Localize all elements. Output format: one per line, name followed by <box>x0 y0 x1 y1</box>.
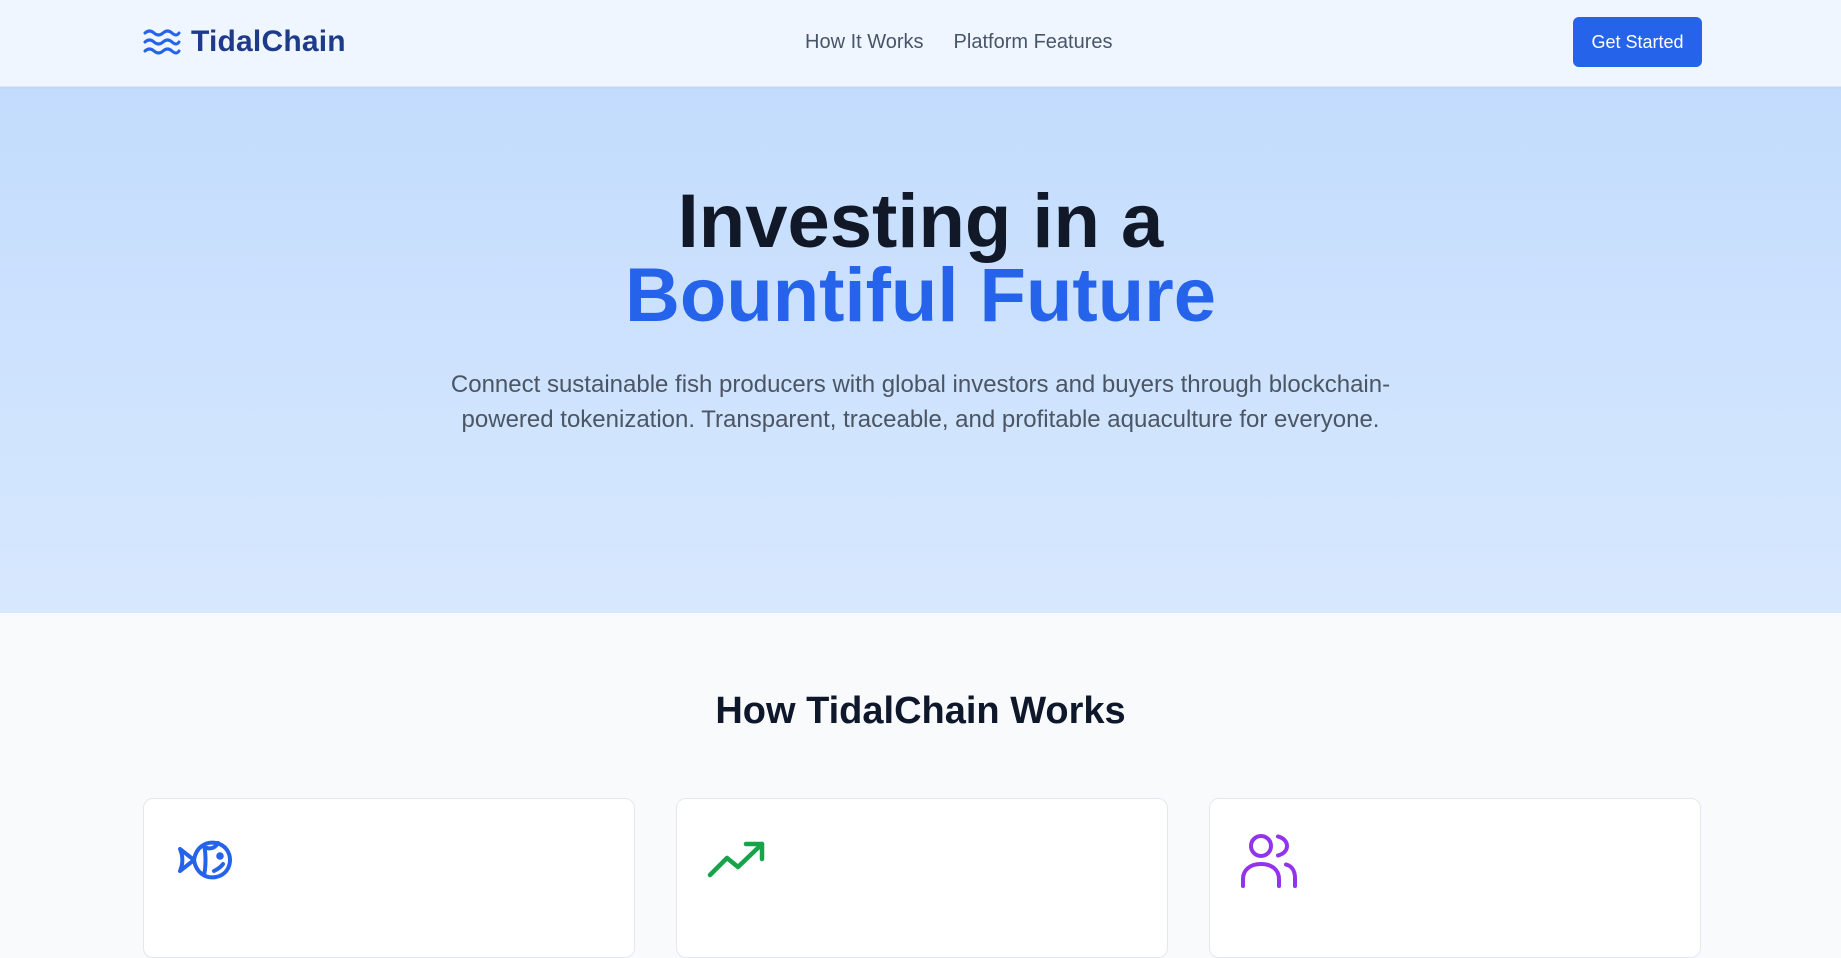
hero-subtitle: Connect sustainable fish producers with … <box>450 371 1391 433</box>
users-icon <box>1240 831 1298 889</box>
hero-title-line2: Bountiful Future <box>625 253 1216 338</box>
brand-logo-link[interactable]: TidalChain <box>143 24 346 60</box>
fish-icon <box>174 831 232 889</box>
hero-section: Investing in a Bountiful Future Connect … <box>0 87 1841 613</box>
main-nav: How It Works Platform Features <box>805 29 1113 55</box>
site-header: TidalChain How It Works Platform Feature… <box>0 0 1841 87</box>
nav-link-platform-features[interactable]: Platform Features <box>954 29 1113 55</box>
waves-icon <box>143 29 181 55</box>
feature-card-producers <box>143 798 635 958</box>
how-it-works-cards <box>143 798 1701 958</box>
nav-link-how-it-works[interactable]: How It Works <box>805 29 924 55</box>
feature-card-buyers <box>1209 798 1701 958</box>
how-it-works-title: How TidalChain Works <box>715 690 1126 732</box>
hero-title-line1: Investing in a <box>677 179 1164 264</box>
get-started-button[interactable]: Get Started <box>1573 17 1702 67</box>
feature-card-investors <box>676 798 1168 958</box>
trending-up-icon <box>707 831 765 889</box>
hero-title: Investing in a Bountiful Future <box>0 179 1841 338</box>
brand-name: TidalChain <box>191 25 346 58</box>
